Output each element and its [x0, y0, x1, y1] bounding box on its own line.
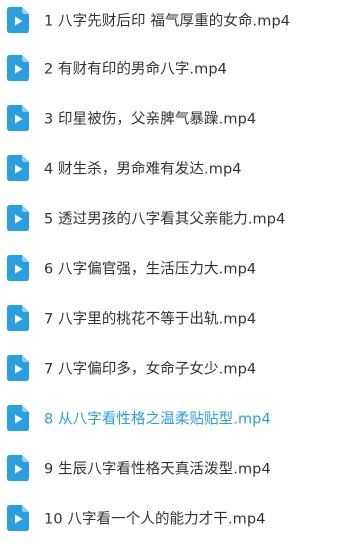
file-row[interactable]: 7 八字里的桃花不等于出轨.mp4 — [0, 298, 364, 338]
file-row[interactable]: 9 生辰八字看性格天真活泼型.mp4 — [0, 448, 364, 488]
file-list: 1 八字先财后印 福气厚重的女命.mp4 2 有财有印的男命八字.mp4 3 印… — [0, 0, 364, 543]
video-file-icon — [7, 355, 29, 381]
file-row[interactable]: 1 八字先财后印 福气厚重的女命.mp4 — [0, 0, 364, 40]
video-file-icon — [7, 205, 29, 231]
file-name: 9 生辰八字看性格天真活泼型.mp4 — [44, 461, 271, 478]
file-name: 1 八字先财后印 福气厚重的女命.mp4 — [44, 13, 291, 30]
file-name: 10 八字看一个人的能力才干.mp4 — [44, 511, 266, 528]
file-row[interactable]: 10 八字看一个人的能力才干.mp4 — [0, 498, 364, 538]
video-file-icon — [7, 7, 29, 33]
file-row-selected[interactable]: 8 从八字看性格之温柔贴贴型.mp4 — [0, 398, 364, 438]
file-row[interactable]: 5 透过男孩的八字看其父亲能力.mp4 — [0, 198, 364, 238]
file-row[interactable]: 6 八字偏官强，生活压力大.mp4 — [0, 248, 364, 288]
file-row[interactable]: 2 有财有印的男命八字.mp4 — [0, 48, 364, 88]
file-row[interactable]: 7 八字偏印多，女命子女少.mp4 — [0, 348, 364, 388]
file-row[interactable]: 3 印星被伤，父亲脾气暴躁.mp4 — [0, 98, 364, 138]
file-row[interactable]: 4 财生杀，男命难有发达.mp4 — [0, 148, 364, 188]
video-file-icon — [7, 305, 29, 331]
file-name: 7 八字偏印多，女命子女少.mp4 — [44, 361, 257, 378]
file-name: 7 八字里的桃花不等于出轨.mp4 — [44, 311, 257, 328]
video-file-icon — [7, 505, 29, 531]
video-file-icon — [7, 105, 29, 131]
video-file-icon — [7, 405, 29, 431]
video-file-icon — [7, 155, 29, 181]
video-file-icon — [7, 55, 29, 81]
file-name: 3 印星被伤，父亲脾气暴躁.mp4 — [44, 111, 257, 128]
video-file-icon — [7, 255, 29, 281]
video-file-icon — [7, 455, 29, 481]
file-name: 5 透过男孩的八字看其父亲能力.mp4 — [44, 211, 286, 228]
file-name: 8 从八字看性格之温柔贴贴型.mp4 — [44, 411, 271, 428]
file-name: 2 有财有印的男命八字.mp4 — [44, 61, 227, 78]
file-name: 4 财生杀，男命难有发达.mp4 — [44, 161, 242, 178]
file-name: 6 八字偏官强，生活压力大.mp4 — [44, 261, 257, 278]
